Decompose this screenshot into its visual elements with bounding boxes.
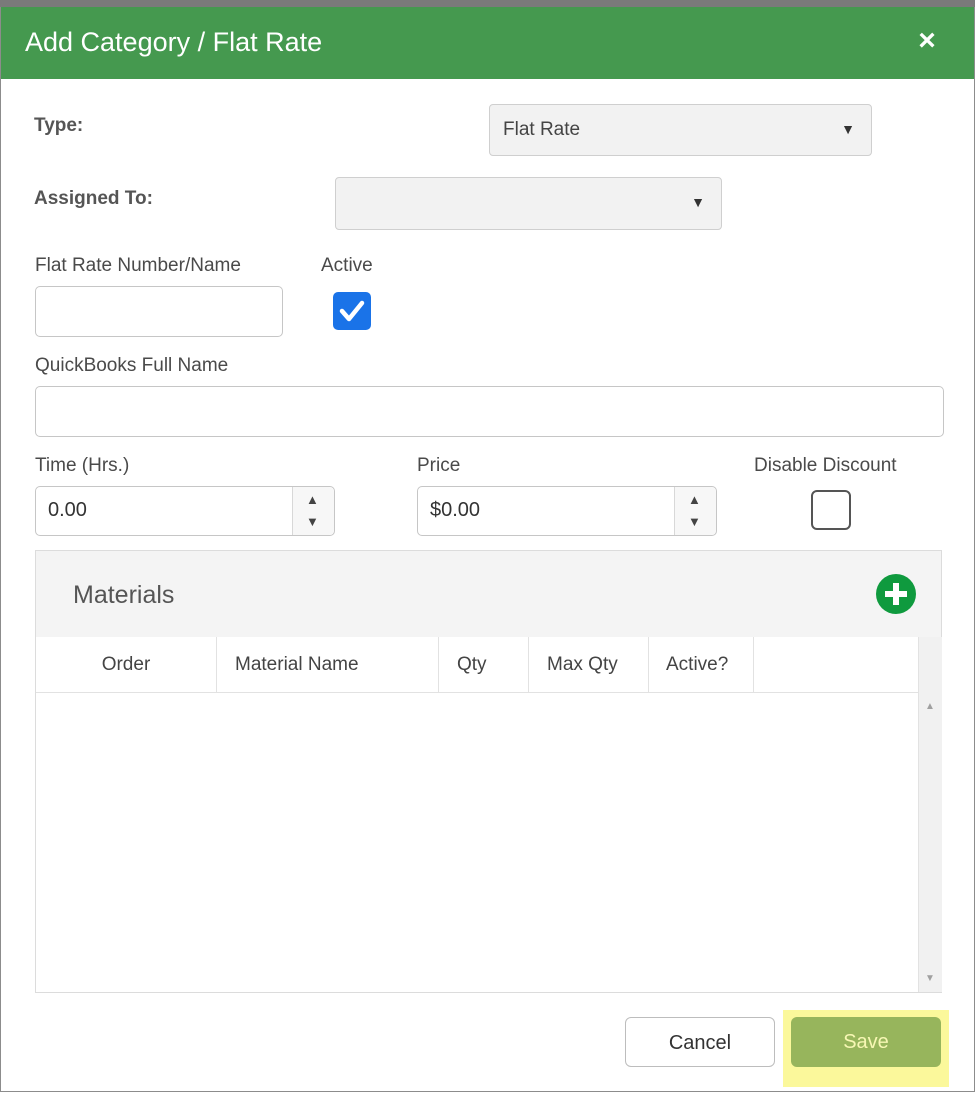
column-header-active[interactable]: Active? <box>649 637 754 692</box>
quickbooks-name-label: QuickBooks Full Name <box>35 355 229 376</box>
materials-header: Materials <box>36 551 941 638</box>
chevron-down-icon: ▼ <box>691 194 705 210</box>
price-value: $0.00 <box>430 499 481 521</box>
column-header-material-name[interactable]: Material Name <box>217 637 439 692</box>
column-header-order[interactable]: Order <box>36 637 217 692</box>
disable-discount-label: Disable Discount <box>754 455 897 476</box>
active-checkbox[interactable] <box>333 292 371 330</box>
plus-circle-icon <box>885 583 907 605</box>
materials-title: Materials <box>73 581 175 609</box>
materials-scrollbar[interactable]: ▲ ▼ <box>918 637 942 992</box>
stepper-up-icon[interactable]: ▲ <box>688 492 701 507</box>
disable-discount-checkbox[interactable] <box>811 490 851 530</box>
save-button[interactable]: Save <box>791 1017 941 1067</box>
chevron-down-icon: ▼ <box>841 121 855 137</box>
flat-rate-name-label: Flat Rate Number/Name <box>35 255 241 276</box>
dialog-title: Add Category / Flat Rate <box>25 27 323 57</box>
time-label: Time (Hrs.) <box>35 455 130 476</box>
assigned-to-label: Assigned To: <box>34 188 153 209</box>
cancel-button[interactable]: Cancel <box>625 1017 775 1067</box>
assigned-to-select[interactable]: ▼ <box>335 177 722 230</box>
materials-panel: Materials Order Material Name Qty Max Qt… <box>35 550 942 993</box>
stepper-down-icon[interactable]: ▼ <box>688 514 701 529</box>
add-material-button[interactable] <box>876 574 916 614</box>
scroll-down-icon[interactable]: ▼ <box>925 973 935 984</box>
price-label: Price <box>417 455 461 476</box>
type-select-value: Flat Rate <box>503 119 581 140</box>
dialog-header: Add Category / Flat Rate × <box>1 7 974 79</box>
add-category-dialog: Add Category / Flat Rate × Type: Flat Ra… <box>0 7 975 1092</box>
column-header-qty[interactable]: Qty <box>439 637 529 692</box>
type-select[interactable]: Flat Rate ▼ <box>489 104 872 156</box>
materials-table-header: Order Material Name Qty Max Qty Active? <box>36 637 918 693</box>
price-input[interactable]: $0.00 ▲ ▼ <box>417 486 717 536</box>
scroll-up-icon[interactable]: ▲ <box>925 701 935 712</box>
type-label: Type: <box>34 115 84 136</box>
stepper-down-icon[interactable]: ▼ <box>306 514 319 529</box>
active-label: Active <box>321 255 373 276</box>
window-top-strip <box>0 0 975 7</box>
price-stepper[interactable]: ▲ ▼ <box>674 487 716 535</box>
check-icon <box>339 300 365 322</box>
close-icon[interactable]: × <box>911 25 943 57</box>
flat-rate-name-input[interactable] <box>35 286 283 337</box>
column-header-max-qty[interactable]: Max Qty <box>529 637 649 692</box>
quickbooks-name-input[interactable] <box>35 386 944 437</box>
stepper-up-icon[interactable]: ▲ <box>306 492 319 507</box>
time-value: 0.00 <box>48 499 87 521</box>
time-input[interactable]: 0.00 ▲ ▼ <box>35 486 335 536</box>
time-stepper[interactable]: ▲ ▼ <box>292 487 334 535</box>
